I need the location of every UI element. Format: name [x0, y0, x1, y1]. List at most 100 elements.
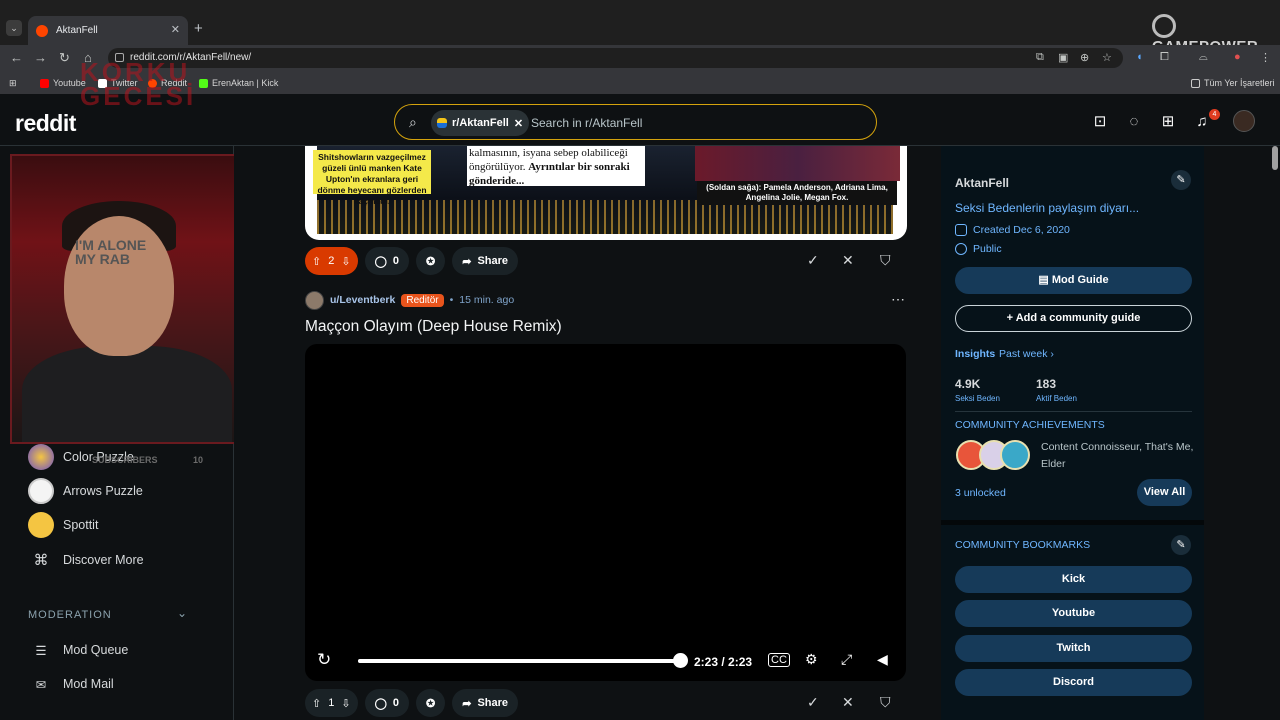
install-icon[interactable]: ▣ [1058, 51, 1068, 64]
video-time: 2:23 / 2:23 [694, 655, 753, 669]
chevron-up-icon[interactable]: ⌄ [177, 606, 187, 620]
approve-icon[interactable]: ✓ [807, 252, 819, 269]
webcam-overlay [10, 154, 238, 444]
gamepad-icon: ⌘ [33, 552, 49, 569]
insights-label[interactable]: Insights [955, 348, 995, 360]
bookmark-star-icon[interactable]: ☆ [1102, 51, 1112, 64]
close-tab-icon[interactable]: ✕ [171, 23, 180, 36]
chat-icon[interactable]: ◌ [1123, 111, 1145, 133]
moderation-header[interactable]: MODERATION [28, 609, 112, 621]
captions-icon[interactable]: CC [768, 653, 790, 667]
edit-pencil-icon[interactable]: ✎ [1171, 170, 1191, 190]
advertise-icon[interactable]: ⊡ [1089, 111, 1111, 133]
reload-icon[interactable]: ↻ [59, 50, 70, 66]
share-button[interactable]: ➦ Share [452, 689, 519, 717]
mod-shield-icon[interactable]: ⛉ [880, 252, 891, 269]
video-progress-knob[interactable] [673, 653, 688, 668]
chevron-right-icon: › [1050, 348, 1054, 360]
remove-icon[interactable]: ✕ [842, 252, 854, 269]
author-avatar[interactable] [305, 290, 324, 310]
video-progress-bar[interactable] [358, 659, 680, 663]
subreddit-search-chip[interactable]: r/AktanFell ✕ [431, 110, 530, 136]
browser-tab-bar [0, 0, 1280, 45]
settings-gear-icon[interactable]: ⚙ [805, 651, 818, 668]
new-tab-button[interactable]: + [194, 20, 203, 37]
nav-item-discover-more[interactable]: ⌘ Discover More [28, 546, 144, 574]
browser-tab[interactable]: AktanFell ✕ [28, 16, 188, 45]
mod-shield-icon[interactable]: ⛉ [880, 694, 891, 711]
replay-icon[interactable]: ↻ [317, 650, 331, 670]
apps-grid-icon[interactable]: ⊞ [9, 78, 17, 89]
nav-item-arrows-puzzle[interactable]: Arrows Puzzle [28, 477, 143, 505]
add-community-guide-button[interactable]: + Add a community guide [955, 305, 1192, 332]
extension-audio-icon[interactable]: ◖ [1136, 51, 1143, 63]
post-author[interactable]: u/Leventberk [330, 294, 395, 306]
kick-icon [199, 78, 208, 88]
mod-guide-button[interactable]: ▤ Mod Guide [955, 267, 1192, 294]
volume-icon[interactable]: ◀ [877, 651, 888, 668]
image-caption-right: (Soldan sağa): Pamela Anderson, Adriana … [697, 181, 897, 205]
bookmark-kick-button[interactable]: Kick [955, 566, 1192, 593]
page-scrollbar[interactable] [1270, 146, 1280, 720]
bookmark-twitch-button[interactable]: Twitch [955, 635, 1192, 662]
webcam-shirt [22, 346, 232, 442]
comments-button[interactable]: ◯ 0 [364, 247, 409, 275]
visibility: Public [955, 243, 1002, 255]
bookmarks-header: COMMUNITY BOOKMARKS [955, 539, 1091, 551]
incognito-icon[interactable]: ⌓ [1199, 51, 1208, 64]
comments-button[interactable]: ◯ 0 [364, 689, 409, 717]
video-progress-fill [358, 659, 680, 663]
image-caption-left: Shitshowların vazgeçilmez güzeli ünlü ma… [313, 150, 431, 206]
nav-item-mod-queue[interactable]: ☰ Mod Queue [28, 636, 128, 664]
vote-count: 2 [328, 255, 335, 267]
nav-item-mod-mail[interactable]: ✉ Mod Mail [28, 670, 114, 698]
nav-item-spottit[interactable]: Spottit [28, 511, 98, 539]
bookmark-youtube-button[interactable]: Youtube [955, 600, 1192, 627]
queue-icon: ☰ [35, 643, 47, 658]
insights-period[interactable]: Past week › [999, 348, 1054, 360]
achievement-badge-icon[interactable] [1000, 440, 1030, 470]
view-all-button[interactable]: View All [1137, 479, 1192, 506]
post-title[interactable]: Maççon Olayım (Deep House Remix) [305, 318, 562, 336]
downvote-icon[interactable]: ⇩ [341, 255, 350, 268]
all-bookmarks[interactable]: Tüm Yer İşaretleri [1191, 78, 1275, 88]
url-field[interactable]: reddit.com/r/AktanFell/new/ [108, 48, 1123, 68]
create-post-icon[interactable]: ⊞ [1157, 111, 1179, 133]
user-avatar[interactable] [1233, 110, 1255, 132]
translate-icon[interactable]: ⧉ [1036, 51, 1044, 64]
video-player[interactable] [305, 344, 906, 681]
award-icon: ✪ [426, 697, 436, 710]
upvote-icon[interactable]: ⇧ [312, 255, 321, 268]
chip-close-icon[interactable]: ✕ [514, 117, 523, 130]
extensions-icon[interactable]: ⧠ [1160, 51, 1169, 64]
bookmark-kick[interactable]: ErenAktan | Kick [199, 78, 278, 88]
subreddit-chip-icon [437, 118, 447, 128]
vote-count: 1 [328, 697, 335, 709]
zoom-icon[interactable]: ⊕ [1080, 51, 1089, 64]
previous-post-actions: ⇧ 2 ⇩ ◯ 0 ✪ ➦ Share [305, 247, 519, 275]
award-button[interactable]: ✪ [416, 689, 446, 717]
menu-kebab-icon[interactable]: ⋮ [1260, 51, 1271, 64]
more-options-icon[interactable]: ⋯ [891, 291, 905, 308]
back-icon[interactable]: ← [10, 50, 23, 65]
search-input[interactable] [531, 112, 831, 134]
search-bar[interactable]: ⌕ r/AktanFell ✕ [394, 104, 877, 140]
fullscreen-icon[interactable]: ⤢ [841, 651, 852, 668]
award-button[interactable]: ✪ [416, 247, 446, 275]
edit-pencil-icon[interactable]: ✎ [1171, 535, 1191, 555]
comment-icon: ◯ [374, 255, 387, 268]
share-button[interactable]: ➦ Share [452, 247, 519, 275]
bookmark-youtube[interactable]: Youtube [40, 78, 86, 88]
bookmark-discord-button[interactable]: Discord [955, 669, 1192, 696]
upvote-icon[interactable]: ⇧ [312, 697, 321, 710]
profile-icon[interactable]: ● [1234, 51, 1241, 63]
forward-icon[interactable]: → [34, 50, 47, 65]
reddit-logo[interactable]: reddit [15, 110, 76, 137]
subscribers-caption: SUBSCRIBERS [92, 455, 158, 465]
scrollbar-thumb[interactable] [1272, 146, 1278, 170]
approve-icon[interactable]: ✓ [807, 694, 819, 711]
remove-icon[interactable]: ✕ [842, 694, 854, 711]
tab-list-button[interactable]: ⌄ [6, 20, 22, 36]
downvote-icon[interactable]: ⇩ [341, 697, 350, 710]
divider [955, 411, 1192, 412]
